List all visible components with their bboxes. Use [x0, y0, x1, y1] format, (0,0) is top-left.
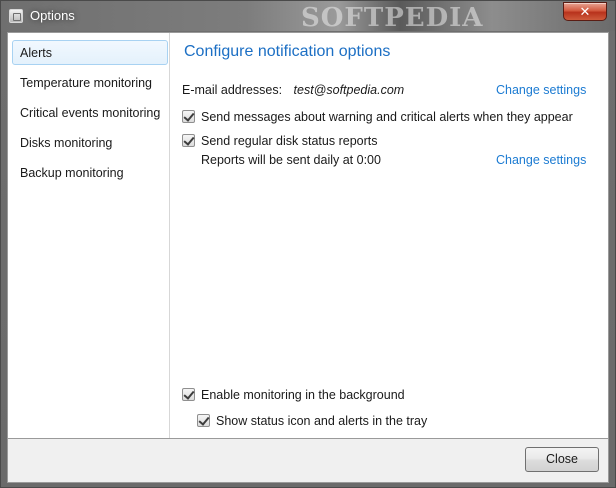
- email-row: E-mail addresses: test@softpedia.com: [182, 83, 404, 97]
- footer-bar: Close: [7, 439, 609, 483]
- email-value: test@softpedia.com: [293, 83, 405, 97]
- watermark: SOFTPEDIA: [301, 3, 484, 29]
- background-monitoring-checkbox[interactable]: [182, 388, 195, 401]
- sidebar-item-disks-monitoring[interactable]: Disks monitoring: [12, 130, 168, 155]
- sidebar-item-temperature-monitoring[interactable]: Temperature monitoring: [12, 70, 168, 95]
- warning-alerts-checkbox[interactable]: [182, 110, 195, 123]
- window-title: Options: [30, 8, 75, 23]
- report-schedule: Reports will be sent daily at 0:00: [201, 153, 381, 167]
- disk-reports-checkbox[interactable]: [182, 134, 195, 147]
- background-monitoring-option[interactable]: Enable monitoring in the background: [182, 388, 405, 402]
- warning-alerts-label: Send messages about warning and critical…: [201, 110, 573, 124]
- app-icon: [9, 9, 23, 23]
- client-area: Alerts Temperature monitoring Critical e…: [7, 32, 609, 439]
- page-title: Configure notification options: [184, 43, 391, 60]
- close-icon: ✕: [579, 4, 591, 19]
- disk-reports-option[interactable]: Send regular disk status reports: [182, 134, 377, 148]
- email-label: E-mail addresses:: [182, 83, 283, 97]
- tray-icon-option[interactable]: Show status icon and alerts in the tray: [197, 414, 427, 428]
- window-close-button[interactable]: ✕: [563, 2, 607, 21]
- tray-icon-label: Show status icon and alerts in the tray: [216, 414, 428, 428]
- close-button[interactable]: Close: [525, 447, 599, 472]
- warning-alerts-option[interactable]: Send messages about warning and critical…: [182, 110, 573, 124]
- background-monitoring-label: Enable monitoring in the background: [201, 388, 405, 402]
- change-email-settings-link[interactable]: Change settings: [496, 83, 586, 97]
- sidebar-item-backup-monitoring[interactable]: Backup monitoring: [12, 160, 168, 185]
- sidebar-item-alerts[interactable]: Alerts: [12, 40, 168, 65]
- sidebar-item-critical-events-monitoring[interactable]: Critical events monitoring: [12, 100, 168, 125]
- sidebar: Alerts Temperature monitoring Critical e…: [8, 33, 170, 438]
- options-window: Options SOFTPEDIA ✕ Alerts Temperature m…: [0, 0, 616, 488]
- change-report-settings-link[interactable]: Change settings: [496, 153, 586, 167]
- disk-reports-label: Send regular disk status reports: [201, 134, 378, 148]
- alerts-panel: Configure notification options E-mail ad…: [171, 33, 608, 438]
- title-bar[interactable]: Options SOFTPEDIA ✕: [1, 1, 615, 31]
- tray-icon-checkbox[interactable]: [197, 414, 210, 427]
